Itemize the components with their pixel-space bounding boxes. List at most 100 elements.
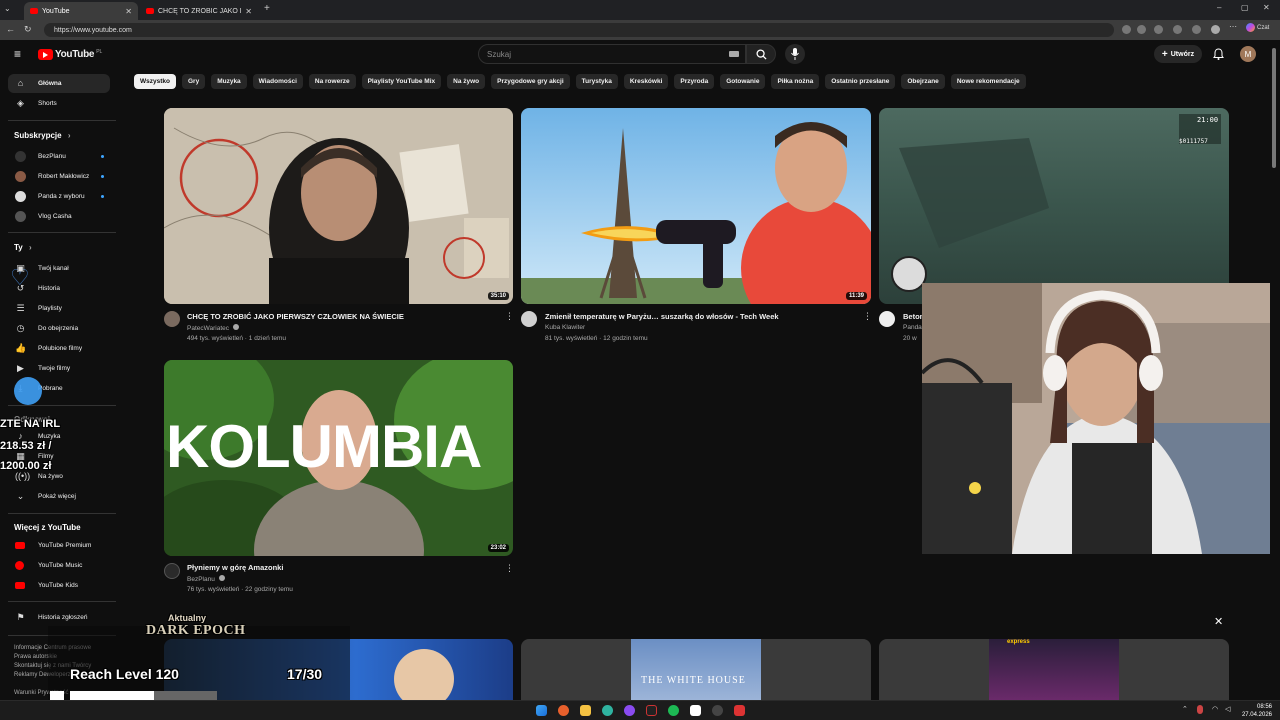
menu-icon[interactable]: ≡	[14, 47, 21, 61]
tiktok-icon[interactable]	[690, 705, 701, 716]
sidebar-item-premium[interactable]: YouTube Premium	[8, 536, 110, 555]
sidebar-item-subscription[interactable]: Panda z wyboru	[8, 187, 110, 206]
reader-icon[interactable]	[1122, 25, 1131, 34]
channel-name[interactable]: Panda	[903, 324, 922, 331]
video-thumbnail[interactable]: 21:00 $0111757	[879, 108, 1229, 304]
keyboard-icon[interactable]	[729, 51, 739, 57]
video-title[interactable]: Beton	[903, 312, 922, 321]
sidebar-item-report-history[interactable]: ⚑ Historia zgłoszeń	[8, 608, 110, 627]
chip[interactable]: Gotowanie	[720, 74, 766, 89]
sidebar-item-subscription[interactable]: Vlog Casha	[8, 207, 110, 226]
tray-chevron-icon[interactable]: ⌃	[1182, 705, 1188, 713]
more-options-icon[interactable]: ⋮	[505, 311, 514, 322]
edge-icon[interactable]	[602, 705, 613, 716]
media-icon[interactable]	[646, 705, 657, 716]
chip[interactable]: Przyroda	[674, 74, 715, 89]
video-thumbnail[interactable]: 11:39	[521, 108, 871, 304]
messenger-icon[interactable]	[624, 705, 635, 716]
chip[interactable]: Playlisty YouTube Mix	[361, 74, 442, 89]
app-icon[interactable]	[734, 705, 745, 716]
chip[interactable]: Na rowerze	[308, 74, 356, 89]
wifi-icon[interactable]: ◠	[1212, 705, 1218, 713]
sidebar-item-music-app[interactable]: YouTube Music	[8, 556, 110, 575]
sidebar-item-subscription[interactable]: BezPlanu	[8, 147, 110, 166]
taskbar-clock[interactable]: 08:56 27.04.2026	[1242, 703, 1272, 719]
chip[interactable]: Wiadomości	[252, 74, 303, 89]
search-button[interactable]	[746, 44, 776, 64]
new-tab-icon[interactable]: +	[264, 3, 270, 14]
video-title[interactable]: Płyniemy w górę Amazonki	[187, 563, 497, 572]
more-options-icon[interactable]: ⋮	[863, 311, 872, 322]
you-heading[interactable]: Ty ›	[14, 243, 32, 252]
account-avatar[interactable]: M	[1240, 46, 1256, 62]
sidebar-item-kids[interactable]: YouTube Kids	[8, 576, 110, 595]
chip[interactable]: Gry	[181, 74, 206, 89]
video-title[interactable]: CHCĘ TO ZROBIĆ JAKO PIERWSZY CZŁOWIEK NA…	[187, 312, 497, 321]
channel-avatar[interactable]	[164, 311, 180, 327]
close-tab-icon[interactable]: ✕	[125, 7, 132, 16]
chip[interactable]: Przygodowe gry akcji	[491, 74, 570, 89]
sidebar-item-shorts[interactable]: ◈ Shorts	[8, 94, 110, 113]
voice-search-button[interactable]	[785, 44, 805, 64]
sidebar-item-liked[interactable]: 👍 Polubione filmy	[8, 339, 110, 358]
close-tab-icon[interactable]: ✕	[245, 7, 252, 16]
video-thumbnail[interactable]: 35:10	[164, 108, 513, 304]
firefox-icon[interactable]	[558, 705, 569, 716]
volume-icon[interactable]: ◁	[1225, 705, 1230, 713]
tab-youtube[interactable]: YouTube ✕	[24, 2, 138, 20]
chip[interactable]: Ostatnio przesłane	[825, 74, 896, 89]
chip[interactable]: Kreskówki	[623, 74, 669, 89]
chip[interactable]: Piłka nożna	[771, 74, 820, 89]
close-window-icon[interactable]: ✕	[1263, 3, 1270, 12]
back-icon[interactable]: ←	[6, 24, 15, 34]
sidebar-item-history[interactable]: ↺ Historia	[8, 279, 110, 298]
tab-video[interactable]: CHCĘ TO ZROBIĆ JAKO PIERWSZY ✕	[140, 2, 258, 20]
sidebar-item-playlists[interactable]: ☰ Playlisty	[8, 299, 110, 318]
channel-avatar[interactable]	[164, 563, 180, 579]
more-options-icon[interactable]: ⋮	[505, 563, 514, 574]
chip[interactable]: Nowe rekomendacje	[950, 74, 1026, 89]
sidebar-item-your-channel[interactable]: ▣ Twój kanał	[8, 259, 110, 278]
minimize-icon[interactable]: –	[1217, 3, 1221, 12]
mic-tray-icon[interactable]	[1197, 705, 1203, 714]
copilot-button[interactable]: Czat	[1246, 23, 1269, 32]
reload-icon[interactable]: ↻	[24, 24, 32, 35]
channel-name[interactable]: PatecWariatec	[187, 324, 239, 332]
create-button[interactable]: + Utwórz	[1154, 45, 1202, 63]
chip[interactable]: Obejrzane	[901, 74, 945, 89]
favorite-icon[interactable]	[1137, 25, 1146, 34]
notifications-bell-icon[interactable]	[1213, 48, 1224, 60]
dismiss-icon[interactable]: ✕	[1214, 615, 1223, 628]
favorites-bar-icon[interactable]	[1173, 25, 1182, 34]
maximize-icon[interactable]: ▢	[1241, 3, 1249, 12]
url-input[interactable]: https://www.youtube.com	[44, 23, 1114, 37]
video-title[interactable]: Zmienił temperaturę w Paryżu… suszarką d…	[545, 312, 855, 321]
obs-icon[interactable]	[712, 705, 723, 716]
video-thumbnail[interactable]: KOLUMBIA 23:02	[164, 360, 513, 556]
chip[interactable]: Na żywo	[447, 74, 486, 89]
channel-name[interactable]: Kuba Klawiter	[545, 324, 585, 331]
sidebar-item-subscription[interactable]: Robert Makłowicz	[8, 167, 110, 186]
chip[interactable]: Turystyka	[575, 74, 618, 89]
channel-avatar[interactable]	[521, 311, 537, 327]
collections-icon[interactable]	[1192, 25, 1201, 34]
sidebar-item-home[interactable]: ⌂ Główna	[8, 74, 110, 93]
channel-name[interactable]: BezPlanu	[187, 575, 225, 583]
sidebar-item-watch-later[interactable]: ◷ Do obejrzenia	[8, 319, 110, 338]
chip[interactable]: Muzyka	[211, 74, 247, 89]
show-more-button[interactable]: ⌄ Pokaż więcej	[8, 487, 110, 506]
youtube-logo[interactable]: YouTube PL	[38, 49, 102, 60]
subscriptions-heading[interactable]: Subskrypcje ›	[14, 131, 70, 140]
channel-avatar[interactable]	[879, 311, 895, 327]
profile-icon[interactable]	[1211, 25, 1220, 34]
spotify-icon[interactable]	[668, 705, 679, 716]
video-thumbnail[interactable]: express	[879, 639, 1229, 700]
sidebar-item-your-videos[interactable]: ▶ Twoje filmy	[8, 359, 110, 378]
windows-start-icon[interactable]	[536, 705, 547, 716]
chip-all[interactable]: Wszystko	[134, 74, 176, 89]
scrollbar-thumb[interactable]	[1272, 48, 1276, 168]
tab-list-icon[interactable]: ⌄	[4, 4, 11, 13]
search-input[interactable]: Szukaj	[478, 44, 746, 64]
more-icon[interactable]: ⋯	[1229, 22, 1238, 31]
video-thumbnail[interactable]: THE WHITE HOUSE	[521, 639, 871, 700]
